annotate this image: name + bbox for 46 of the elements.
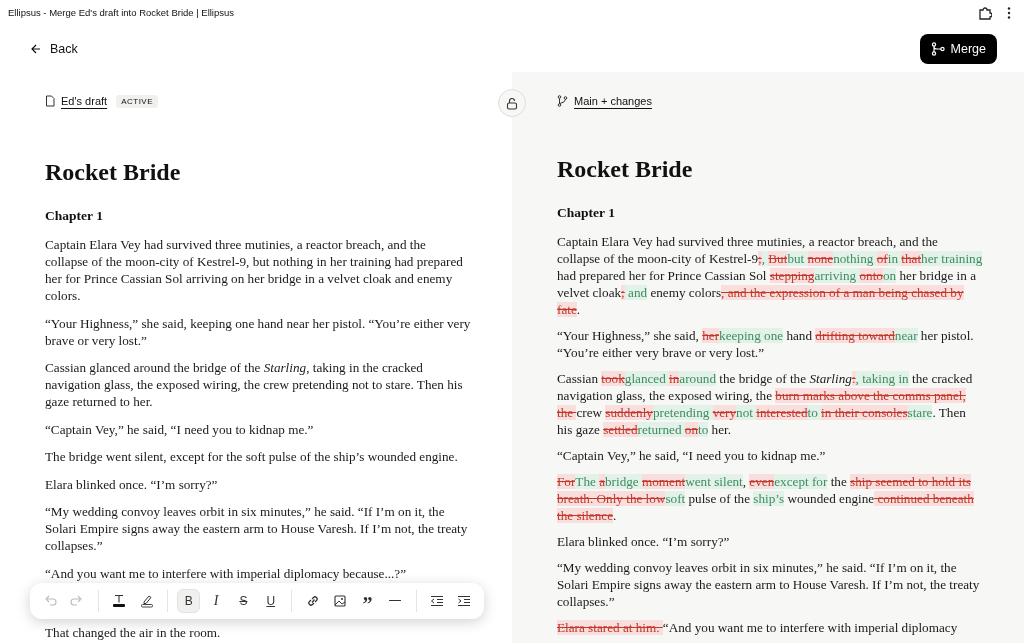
arrow-left-icon: [30, 42, 42, 55]
window-title: Ellipsus - Merge Ed's draft into Rocket Bride | Ellipsus: [8, 7, 236, 18]
document-title: Rocket Bride: [557, 155, 694, 184]
underline-button[interactable]: U: [259, 588, 283, 613]
diff-paragraph: Captain Elara Vey had survived three mutinies, a reactor breach, and the collapse of the moon-city of Kestrel-9;, Butbut nonenothing ofin thather training had prepared her for Prince Cassian Sol steppingarriving ontoon her bridge in a velvet cloak; and enemy colors, and the expression of a man being chased by fate.: [557, 233, 984, 318]
status-badge: ACTIVE: [116, 94, 159, 108]
document-title: Rocket Bride: [45, 158, 182, 187]
indent-icon: [457, 593, 472, 608]
lock-icon: [506, 96, 518, 110]
image-icon: [333, 593, 348, 608]
diff-paragraph: “Captain Vey,” he said, “I need you to kidnap me.”: [557, 447, 827, 464]
diff-paragraph: Elara stared at him. “And you want me to interfere with imperial diplomacy: [557, 619, 959, 636]
redo-icon: [69, 593, 84, 608]
paragraph: Captain Elara Vey had survived three mutinies, a reactor breach, and the collapse of the moon-city of Kestrel-9, but nothing in her training had prepared her for Prince Cassian Sol arriving on her bridge in a velvet cloak and enemy colors.: [45, 236, 464, 304]
bold-button[interactable]: B: [177, 588, 201, 613]
diff-paragraph: “Your Highness,” she said, herkeeping one hand drifting towardnear her pistol. “You’re either very brave or very lost.”: [557, 327, 975, 361]
diff-paragraph: ForThe abridge momentwent silent, evenexcept for the ship seemed to hold its breath. Only the lowsoft pulse of the ship’s wounded engine continued beneath the silence.: [557, 473, 975, 524]
horizontal-rule-icon: [388, 599, 401, 602]
paragraph: The bridge went silent, except for the soft pulse of the ship’s wounded engine.: [45, 448, 459, 465]
diff-paragraph: “My wedding convoy leaves orbit in six minutes,” he said. “If I’m on it, the Solari Empire signs away the eastern arm to House Varesh. If I’m not, the treaty collapses.”: [557, 559, 981, 610]
branch-link[interactable]: Main + changes: [574, 95, 652, 107]
paragraph: “Captain Vey,” he said, “I need you to kidnap me.”: [45, 420, 315, 438]
italic-button[interactable]: I: [204, 588, 228, 613]
paragraph: Elara blinked once. “I’m sorry?”: [45, 475, 219, 493]
puzzle-icon[interactable]: [978, 5, 992, 20]
link-icon: [305, 593, 320, 608]
outdent-icon: [430, 593, 445, 608]
diff-paragraph: Cassian tookglanced inaround the bridge of the Starling:, taking in the cracked navigation glass, the exposed wiring, the burn marks above the comms panel, the crew suddenlypretending verynot interestedto in their consolesstare. Then his gaze settledreturned onto her.: [557, 370, 974, 438]
merge-icon: [930, 41, 945, 56]
paragraph: “My wedding convoy leaves orbit in six minutes,” he said. “If I’m on it, the Solari Empire signs away the eastern arm to House Varesh. If I’m not, the treaty collapses.”: [45, 503, 469, 554]
branch-icon: [557, 95, 568, 107]
document-icon: [45, 95, 55, 107]
paragraph: “Your Highness,” she said, keeping one hand near her pistol. “You’re either very brave or very lost.”: [45, 314, 472, 349]
paragraph: That changed the air in the room.: [45, 623, 222, 641]
text-color-icon: [112, 593, 127, 608]
merge-button[interactable]: Merge: [919, 33, 997, 64]
back-button[interactable]: Back: [28, 37, 80, 60]
document-link[interactable]: Ed's draft: [61, 95, 108, 107]
chapter-heading: Chapter 1: [557, 204, 616, 221]
chapter-heading: Chapter 1: [45, 207, 104, 224]
diff-paragraph: Elara blinked once. “I’m sorry?”: [557, 533, 731, 550]
strikethrough-button[interactable]: S: [231, 588, 256, 613]
paragraph: Cassian glanced around the bridge of the Starling, taking in the cracked navigation glass, the exposed wiring, the crew pretending not to stare. Then his gaze returned to her.: [45, 359, 464, 410]
paragraph: “And you want me to interfere with imperial diplomacy because...?”: [45, 564, 408, 582]
quote-button[interactable]: ”: [355, 588, 380, 613]
highlighter-icon: [139, 593, 154, 608]
